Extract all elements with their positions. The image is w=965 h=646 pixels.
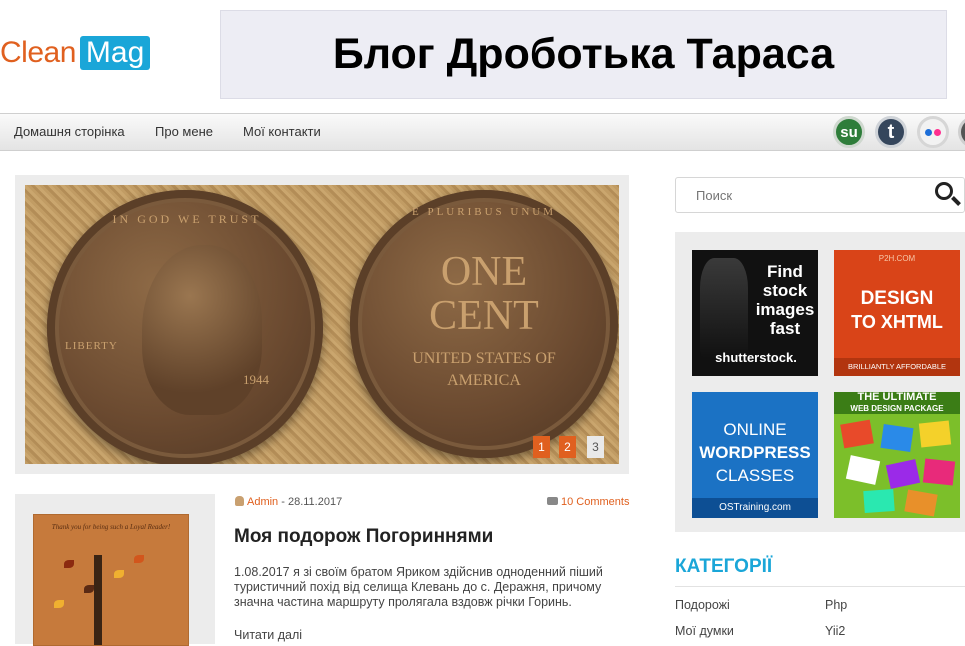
ad-p2h[interactable]: P2H.COM DESIGN TO XHTML BRILLIANTLY AFFO… [834,250,960,376]
logo-mag-text: Mag [79,36,151,70]
coin-unum: E PLURIBUS UNUM [411,206,556,218]
ad2-top: P2H.COM [878,254,916,263]
nav-item-contacts[interactable]: Мої контакти [243,124,321,139]
post-author[interactable]: Admin [247,496,278,508]
leaf [84,585,94,593]
coin-motto: IN GOD WE TRUST [112,212,262,226]
ad3-line2: WORDPRESS [699,443,811,462]
categories-title: КАТЕГОРІЇ [675,556,773,577]
category-link[interactable]: Yii2 [825,624,845,638]
ad-web-design-package[interactable]: THE ULTIMATE WEB DESIGN PACKAGE [834,392,960,518]
featured-slider: IN GOD WE TRUST LIBERTY 1944 E PLURIBUS … [15,175,629,474]
thumbnail-caption: Thank you for being such a Loyal Reader! [51,523,171,531]
user-icon [235,496,244,506]
ad1-line4: fast [769,319,801,338]
flickr-icon[interactable] [917,116,949,148]
ad1-line1: Find [767,262,803,281]
ad-graphic [840,419,874,449]
banner-title: Блог Дроботька Тараса [332,30,835,78]
penny-reverse: E PLURIBUS UNUM ONE CENT UNITED STATES O… [350,190,618,458]
ad4-line1: THE ULTIMATE [857,392,937,403]
slider-image[interactable]: IN GOD WE TRUST LIBERTY 1944 E PLURIBUS … [25,185,619,464]
coin-year: 1944 [243,372,269,387]
ad-graphic [885,459,921,489]
site-logo[interactable]: Clean Mag [0,36,151,70]
ad2-bottom: BRILLIANTLY AFFORDABLE [834,358,960,376]
ad-graphic [922,458,956,486]
slider-page-1[interactable]: 1 [533,436,550,458]
ad-illustration [700,258,748,358]
main-nav: Домашня сторінка Про мене Мої контакти [0,113,965,151]
tree-trunk [94,555,102,645]
leaf [64,560,74,568]
leaf [114,570,124,578]
nav-item-about[interactable]: Про мене [155,124,213,139]
ad-graphic [863,488,895,514]
post-date: - 28.11.2017 [278,496,343,508]
leaf [54,600,64,608]
lincoln-portrait [142,245,262,415]
coin-usa: UNITED STATES OF AMERICA [412,350,556,389]
category-link[interactable]: Мої думки [675,624,734,638]
category-link[interactable]: Подорожі [675,598,730,612]
ad2-line1: DESIGN [860,288,934,309]
ad-graphic [845,455,881,485]
post-meta: Admin - 28.11.2017 [235,496,342,508]
ad2-line2: TO XHTML [851,312,943,332]
coin-one-cent: ONE CENT [429,249,539,339]
ad-graphic [904,489,938,517]
leaf [134,555,144,563]
search-box [675,177,965,213]
category-link[interactable]: Php [825,598,847,612]
post-comments-link[interactable]: 10 Comments [547,496,629,508]
post-excerpt: 1.08.2017 я зі своїм братом Яриком здійс… [234,565,603,609]
tumblr-icon[interactable]: t [875,116,907,148]
comments-count: 10 Comments [561,496,630,508]
ad-graphic [918,420,952,448]
nav-item-home[interactable]: Домашня сторінка [14,124,125,139]
stumbleupon-icon[interactable]: su [833,116,865,148]
ad1-line2: stock [762,281,808,300]
ad1-line3: images [755,300,815,319]
search-icon[interactable] [935,182,953,200]
ad1-brand: shutterstock. [715,350,797,365]
categories-divider [675,586,965,587]
search-input[interactable] [694,187,898,204]
ad-ostraining[interactable]: ONLINE WORDPRESS CLASSES OSTraining.com [692,392,818,518]
header-banner: Блог Дроботька Тараса [220,10,947,99]
coin-liberty: LIBERTY [65,340,118,352]
ad4-line2: WEB DESIGN PACKAGE [850,404,944,413]
ad3-line1: ONLINE [723,420,787,439]
ad3-line3: CLASSES [715,466,795,485]
post-thumbnail[interactable]: Thank you for being such a Loyal Reader! [33,514,189,646]
ad-graphic [880,424,914,452]
logo-clean-text: Clean [0,36,76,69]
ad-shutterstock[interactable]: Find stock images fast shutterstock. [692,250,818,376]
comment-bubble-icon [547,497,558,505]
slider-page-2[interactable]: 2 [559,436,576,458]
post-thumbnail-frame: Thank you for being such a Loyal Reader! [15,494,215,646]
ad3-brand: OSTraining.com [692,498,818,518]
post-title[interactable]: Моя подорож Погориннями [234,526,493,548]
penny-obverse: IN GOD WE TRUST LIBERTY 1944 [47,190,323,464]
slider-page-3[interactable]: 3 [587,436,604,458]
